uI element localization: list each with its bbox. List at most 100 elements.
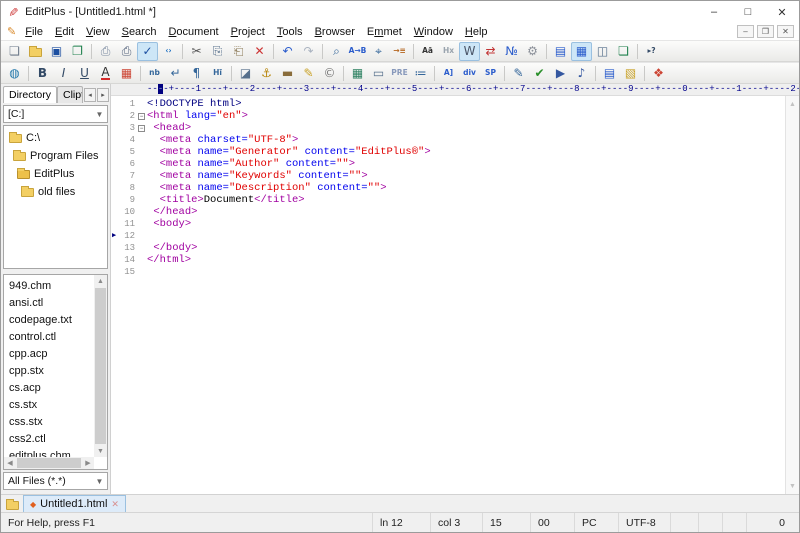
browser-preview-button[interactable]: ◍	[4, 64, 25, 83]
menu-edit[interactable]: Edit	[49, 25, 80, 39]
scroll-left-icon[interactable]: ◀	[4, 457, 16, 469]
scroll-down-icon[interactable]: ▼	[787, 480, 799, 492]
redo-button[interactable]: ↷	[298, 42, 319, 61]
find-button[interactable]: ⌕	[326, 42, 347, 61]
print-button[interactable]: ⎙	[116, 42, 137, 61]
form-button[interactable]: ▧	[620, 64, 641, 83]
scroll-right-icon[interactable]: ▶	[82, 457, 94, 469]
font-tag-button[interactable]: A]	[438, 64, 459, 83]
goto-line-button[interactable]: →≡	[389, 42, 410, 61]
file-item-cs-stx[interactable]: cs.stx	[9, 396, 94, 413]
find-in-files-button[interactable]: ⌖	[368, 42, 389, 61]
image-button[interactable]: ◪	[235, 64, 256, 83]
menu-emmet[interactable]: Emmet	[361, 25, 408, 39]
file-item-css2-ctl[interactable]: css2.ctl	[9, 430, 94, 447]
windows-colors-button[interactable]: ❖	[648, 64, 669, 83]
mdi-minimize-button[interactable]: –	[737, 25, 754, 38]
hex-viewer-button[interactable]: Hx	[438, 42, 459, 61]
document-tab[interactable]: ◆ Untitled1.html ✕	[23, 495, 126, 512]
scroll-up-icon[interactable]: ▲	[787, 98, 799, 110]
anchor-button[interactable]: ⚓	[256, 64, 277, 83]
html-source-button[interactable]: ‹›	[158, 42, 179, 61]
file-item-editplus-chm[interactable]: editplus.chm	[9, 447, 94, 457]
table-button[interactable]: ▦	[347, 64, 368, 83]
copy-button[interactable]: ⎘	[207, 42, 228, 61]
menu-view[interactable]: View	[80, 25, 116, 39]
tab-scroll-right-icon[interactable]: ▸	[97, 88, 109, 102]
text-field-button[interactable]: ✎	[298, 64, 319, 83]
file-list-hscrollbar[interactable]: ◀ ▶	[4, 457, 94, 469]
word-wrap-button[interactable]: W	[459, 42, 480, 61]
preferences-button[interactable]: ⚙	[522, 42, 543, 61]
fold-collapse-icon[interactable]: −	[135, 122, 147, 134]
font-color-button[interactable]: A	[95, 64, 116, 83]
object-button[interactable]: ▭	[368, 64, 389, 83]
spell-check-button[interactable]: ✓	[137, 42, 158, 61]
output-window-button[interactable]: ◫	[592, 42, 613, 61]
delete-button[interactable]: ✕	[249, 42, 270, 61]
font-button[interactable]: Aā	[417, 42, 438, 61]
vscroll-thumb[interactable]	[95, 288, 106, 444]
scroll-up-icon[interactable]: ▲	[95, 275, 107, 287]
file-item-control-ctl[interactable]: control.ctl	[9, 328, 94, 345]
scroll-down-icon[interactable]: ▼	[95, 445, 107, 457]
context-help-button[interactable]: ▸?	[641, 42, 662, 61]
minimize-button[interactable]: –	[697, 1, 731, 23]
save-file-button[interactable]: ▣	[46, 42, 67, 61]
hscroll-thumb[interactable]	[17, 458, 81, 468]
color-picker-button[interactable]: ▦	[116, 64, 137, 83]
bold-button[interactable]: B	[32, 64, 53, 83]
horizontal-rule-button[interactable]: ▬	[277, 64, 298, 83]
tree-item-editplus[interactable]: EditPlus	[4, 165, 107, 183]
code-editor[interactable]: 1<!DOCTYPE html>2−<html lang="en">3− <he…	[111, 96, 785, 494]
tab-directory[interactable]: Directory	[3, 86, 57, 103]
underline-button[interactable]: U	[74, 64, 95, 83]
menu-help[interactable]: Help	[459, 25, 494, 39]
menu-search[interactable]: Search	[116, 25, 163, 39]
span-tag-button[interactable]: SP	[480, 64, 501, 83]
print-preview-button[interactable]: ⎙	[95, 42, 116, 61]
close-button[interactable]: ✕	[765, 1, 799, 23]
new-file-button[interactable]: ❏	[4, 42, 25, 61]
file-list-vscrollbar[interactable]: ▲ ▼	[94, 275, 107, 457]
tab-scroll-left-icon[interactable]: ◂	[84, 88, 96, 102]
line-numbers-button[interactable]: №	[501, 42, 522, 61]
pre-button[interactable]: PRE	[389, 64, 410, 83]
nbsp-button[interactable]: nb	[144, 64, 165, 83]
file-filter-select[interactable]: All Files (*.*) ▼	[3, 472, 108, 490]
list-button[interactable]: ≔	[410, 64, 431, 83]
file-item-cpp-acp[interactable]: cpp.acp	[9, 345, 94, 362]
document-selector-button[interactable]: ▦	[571, 42, 592, 61]
drive-select[interactable]: [C:] ▼	[3, 105, 108, 123]
cut-button[interactable]: ✂	[186, 42, 207, 61]
mdi-close-button[interactable]: ✕	[777, 25, 794, 38]
paste-button[interactable]: ⎗	[228, 42, 249, 61]
audio-button[interactable]: ♪	[571, 64, 592, 83]
tab-cliptext[interactable]: Clipt	[57, 86, 83, 103]
file-item-cs-acp[interactable]: cs.acp	[9, 379, 94, 396]
menu-project[interactable]: Project	[225, 25, 271, 39]
special-char-button[interactable]: ©	[319, 64, 340, 83]
menu-file[interactable]: File	[19, 25, 49, 39]
file-item-css-stx[interactable]: css.stx	[9, 413, 94, 430]
menu-document[interactable]: Document	[162, 25, 224, 39]
directory-window-button[interactable]: ▤	[550, 42, 571, 61]
menu-tools[interactable]: Tools	[271, 25, 309, 39]
tree-item-program-files[interactable]: Program Files	[4, 147, 107, 165]
save-all-button[interactable]: ❐	[67, 42, 88, 61]
tree-item-old-files[interactable]: old files	[4, 183, 107, 201]
file-item-949-chm[interactable]: 949.chm	[9, 277, 94, 294]
file-item-cpp-stx[interactable]: cpp.stx	[9, 362, 94, 379]
insert-table-button[interactable]: ▤	[599, 64, 620, 83]
file-item-ansi-ctl[interactable]: ansi.ctl	[9, 294, 94, 311]
editor-vscrollbar[interactable]: ▲ ▼	[785, 96, 799, 494]
edit-source-button[interactable]: ✎	[508, 64, 529, 83]
sidebar-folder-button[interactable]	[1, 496, 23, 512]
mdi-restore-button[interactable]: ❐	[757, 25, 774, 38]
undo-button[interactable]: ↶	[277, 42, 298, 61]
tab-close-icon[interactable]: ✕	[111, 499, 119, 510]
maximize-button[interactable]: □	[731, 1, 765, 23]
div-tag-button[interactable]: div	[459, 64, 480, 83]
video-button[interactable]: ▶	[550, 64, 571, 83]
line-break-button[interactable]: ↵	[165, 64, 186, 83]
